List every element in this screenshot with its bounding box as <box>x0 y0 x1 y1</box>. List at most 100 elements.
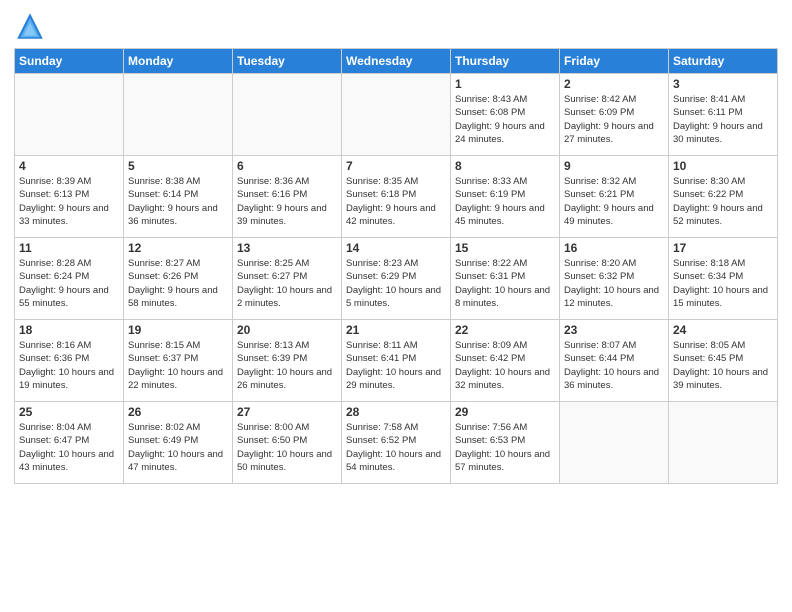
calendar-header-sunday: Sunday <box>15 49 124 74</box>
day-number: 13 <box>237 241 337 255</box>
day-info: Sunrise: 8:15 AM Sunset: 6:37 PM Dayligh… <box>128 339 228 392</box>
day-info: Sunrise: 8:25 AM Sunset: 6:27 PM Dayligh… <box>237 257 337 310</box>
day-info: Sunrise: 8:18 AM Sunset: 6:34 PM Dayligh… <box>673 257 773 310</box>
day-info: Sunrise: 8:11 AM Sunset: 6:41 PM Dayligh… <box>346 339 446 392</box>
calendar-cell: 5Sunrise: 8:38 AM Sunset: 6:14 PM Daylig… <box>124 156 233 238</box>
calendar-week-2: 11 Sunrise: 8:28 AM Sunset: 6:24 PM Dayli… <box>15 238 778 320</box>
day-info: Sunrise: 7:56 AM Sunset: 6:53 PM Dayligh… <box>455 421 555 474</box>
calendar-header-wednesday: Wednesday <box>342 49 451 74</box>
calendar-header-friday: Friday <box>560 49 669 74</box>
calendar-cell: 16 Sunrise: 8:20 AM Sunset: 6:32 PM Dayli… <box>560 238 669 320</box>
day-number: 12 <box>128 241 228 255</box>
calendar-cell: 21 Sunrise: 8:11 AM Sunset: 6:41 PM Dayli… <box>342 320 451 402</box>
day-number: 29 <box>455 405 555 419</box>
day-info: Sunrise: 8:20 AM Sunset: 6:32 PM Dayligh… <box>564 257 664 310</box>
calendar-cell: 23 Sunrise: 8:07 AM Sunset: 6:44 PM Dayli… <box>560 320 669 402</box>
day-info: Sunrise: 8:30 AM Sunset: 6:22 PM Dayligh… <box>673 175 773 228</box>
day-number: 5 <box>128 159 228 173</box>
calendar-cell: 15 Sunrise: 8:22 AM Sunset: 6:31 PM Dayli… <box>451 238 560 320</box>
day-number: 8 <box>455 159 555 173</box>
calendar-week-3: 18 Sunrise: 8:16 AM Sunset: 6:36 PM Dayli… <box>15 320 778 402</box>
calendar-cell: 28 Sunrise: 7:58 AM Sunset: 6:52 PM Dayli… <box>342 402 451 484</box>
day-number: 1 <box>455 77 555 91</box>
day-number: 16 <box>564 241 664 255</box>
day-number: 22 <box>455 323 555 337</box>
day-info: Sunrise: 8:42 AM Sunset: 6:09 PM Dayligh… <box>564 93 664 146</box>
calendar-cell: 14 Sunrise: 8:23 AM Sunset: 6:29 PM Dayli… <box>342 238 451 320</box>
calendar-table: SundayMondayTuesdayWednesdayThursdayFrid… <box>14 48 778 484</box>
day-number: 17 <box>673 241 773 255</box>
calendar-week-0: 1 Sunrise: 8:43 AM Sunset: 6:08 PM Daylig… <box>15 74 778 156</box>
day-number: 27 <box>237 405 337 419</box>
day-info: Sunrise: 8:43 AM Sunset: 6:08 PM Dayligh… <box>455 93 555 146</box>
day-info: Sunrise: 8:04 AM Sunset: 6:47 PM Dayligh… <box>19 421 119 474</box>
calendar-body: 1 Sunrise: 8:43 AM Sunset: 6:08 PM Daylig… <box>15 74 778 484</box>
day-info: Sunrise: 8:28 AM Sunset: 6:24 PM Dayligh… <box>19 257 119 310</box>
day-info: Sunrise: 8:09 AM Sunset: 6:42 PM Dayligh… <box>455 339 555 392</box>
day-number: 28 <box>346 405 446 419</box>
calendar-cell: 6 Sunrise: 8:36 AM Sunset: 6:16 PM Daylig… <box>233 156 342 238</box>
day-number: 6 <box>237 159 337 173</box>
day-info: Sunrise: 8:00 AM Sunset: 6:50 PM Dayligh… <box>237 421 337 474</box>
day-info: Sunrise: 8:05 AM Sunset: 6:45 PM Dayligh… <box>673 339 773 392</box>
day-number: 20 <box>237 323 337 337</box>
day-number: 7 <box>346 159 446 173</box>
calendar-header-thursday: Thursday <box>451 49 560 74</box>
calendar-header-saturday: Saturday <box>669 49 778 74</box>
day-number: 23 <box>564 323 664 337</box>
calendar-header-tuesday: Tuesday <box>233 49 342 74</box>
day-info: Sunrise: 8:32 AM Sunset: 6:21 PM Dayligh… <box>564 175 664 228</box>
calendar-header-row: SundayMondayTuesdayWednesdayThursdayFrid… <box>15 49 778 74</box>
calendar-cell: 27 Sunrise: 8:00 AM Sunset: 6:50 PM Dayli… <box>233 402 342 484</box>
calendar-cell: 18 Sunrise: 8:16 AM Sunset: 6:36 PM Dayli… <box>15 320 124 402</box>
day-info: Sunrise: 8:41 AM Sunset: 6:11 PM Dayligh… <box>673 93 773 146</box>
day-number: 21 <box>346 323 446 337</box>
day-info: Sunrise: 8:33 AM Sunset: 6:19 PM Dayligh… <box>455 175 555 228</box>
calendar-cell: 24 Sunrise: 8:05 AM Sunset: 6:45 PM Dayli… <box>669 320 778 402</box>
calendar-cell: 1 Sunrise: 8:43 AM Sunset: 6:08 PM Daylig… <box>451 74 560 156</box>
calendar-cell: 20 Sunrise: 8:13 AM Sunset: 6:39 PM Dayli… <box>233 320 342 402</box>
calendar-cell: 3Sunrise: 8:41 AM Sunset: 6:11 PM Daylig… <box>669 74 778 156</box>
day-number: 26 <box>128 405 228 419</box>
day-info: Sunrise: 8:13 AM Sunset: 6:39 PM Dayligh… <box>237 339 337 392</box>
calendar-header-monday: Monday <box>124 49 233 74</box>
day-info: Sunrise: 8:27 AM Sunset: 6:26 PM Dayligh… <box>128 257 228 310</box>
calendar-cell: 12 Sunrise: 8:27 AM Sunset: 6:26 PM Dayli… <box>124 238 233 320</box>
calendar-cell: 13 Sunrise: 8:25 AM Sunset: 6:27 PM Dayli… <box>233 238 342 320</box>
day-info: Sunrise: 8:16 AM Sunset: 6:36 PM Dayligh… <box>19 339 119 392</box>
calendar-cell: 25 Sunrise: 8:04 AM Sunset: 6:47 PM Dayli… <box>15 402 124 484</box>
day-number: 9 <box>564 159 664 173</box>
day-info: Sunrise: 8:39 AM Sunset: 6:13 PM Dayligh… <box>19 175 119 228</box>
calendar-cell: 4 Sunrise: 8:39 AM Sunset: 6:13 PM Daylig… <box>15 156 124 238</box>
calendar-cell: 22 Sunrise: 8:09 AM Sunset: 6:42 PM Dayli… <box>451 320 560 402</box>
day-info: Sunrise: 8:07 AM Sunset: 6:44 PM Dayligh… <box>564 339 664 392</box>
day-number: 2 <box>564 77 664 91</box>
day-info: Sunrise: 8:02 AM Sunset: 6:49 PM Dayligh… <box>128 421 228 474</box>
calendar-cell: 9 Sunrise: 8:32 AM Sunset: 6:21 PM Daylig… <box>560 156 669 238</box>
calendar-cell <box>560 402 669 484</box>
day-number: 11 <box>19 241 119 255</box>
day-info: Sunrise: 8:23 AM Sunset: 6:29 PM Dayligh… <box>346 257 446 310</box>
calendar-cell: 19Sunrise: 8:15 AM Sunset: 6:37 PM Dayli… <box>124 320 233 402</box>
day-number: 24 <box>673 323 773 337</box>
calendar-cell <box>342 74 451 156</box>
page: SundayMondayTuesdayWednesdayThursdayFrid… <box>0 0 792 612</box>
day-info: Sunrise: 8:35 AM Sunset: 6:18 PM Dayligh… <box>346 175 446 228</box>
calendar-cell <box>15 74 124 156</box>
day-info: Sunrise: 8:36 AM Sunset: 6:16 PM Dayligh… <box>237 175 337 228</box>
day-number: 14 <box>346 241 446 255</box>
calendar-cell <box>669 402 778 484</box>
calendar-cell <box>124 74 233 156</box>
day-number: 15 <box>455 241 555 255</box>
header <box>14 10 778 42</box>
calendar-cell: 26 Sunrise: 8:02 AM Sunset: 6:49 PM Dayli… <box>124 402 233 484</box>
day-info: Sunrise: 7:58 AM Sunset: 6:52 PM Dayligh… <box>346 421 446 474</box>
calendar-week-1: 4 Sunrise: 8:39 AM Sunset: 6:13 PM Daylig… <box>15 156 778 238</box>
day-number: 18 <box>19 323 119 337</box>
calendar-cell: 2 Sunrise: 8:42 AM Sunset: 6:09 PM Daylig… <box>560 74 669 156</box>
logo-icon <box>14 10 46 42</box>
day-number: 25 <box>19 405 119 419</box>
day-info: Sunrise: 8:22 AM Sunset: 6:31 PM Dayligh… <box>455 257 555 310</box>
calendar-cell: 29 Sunrise: 7:56 AM Sunset: 6:53 PM Dayli… <box>451 402 560 484</box>
day-number: 4 <box>19 159 119 173</box>
